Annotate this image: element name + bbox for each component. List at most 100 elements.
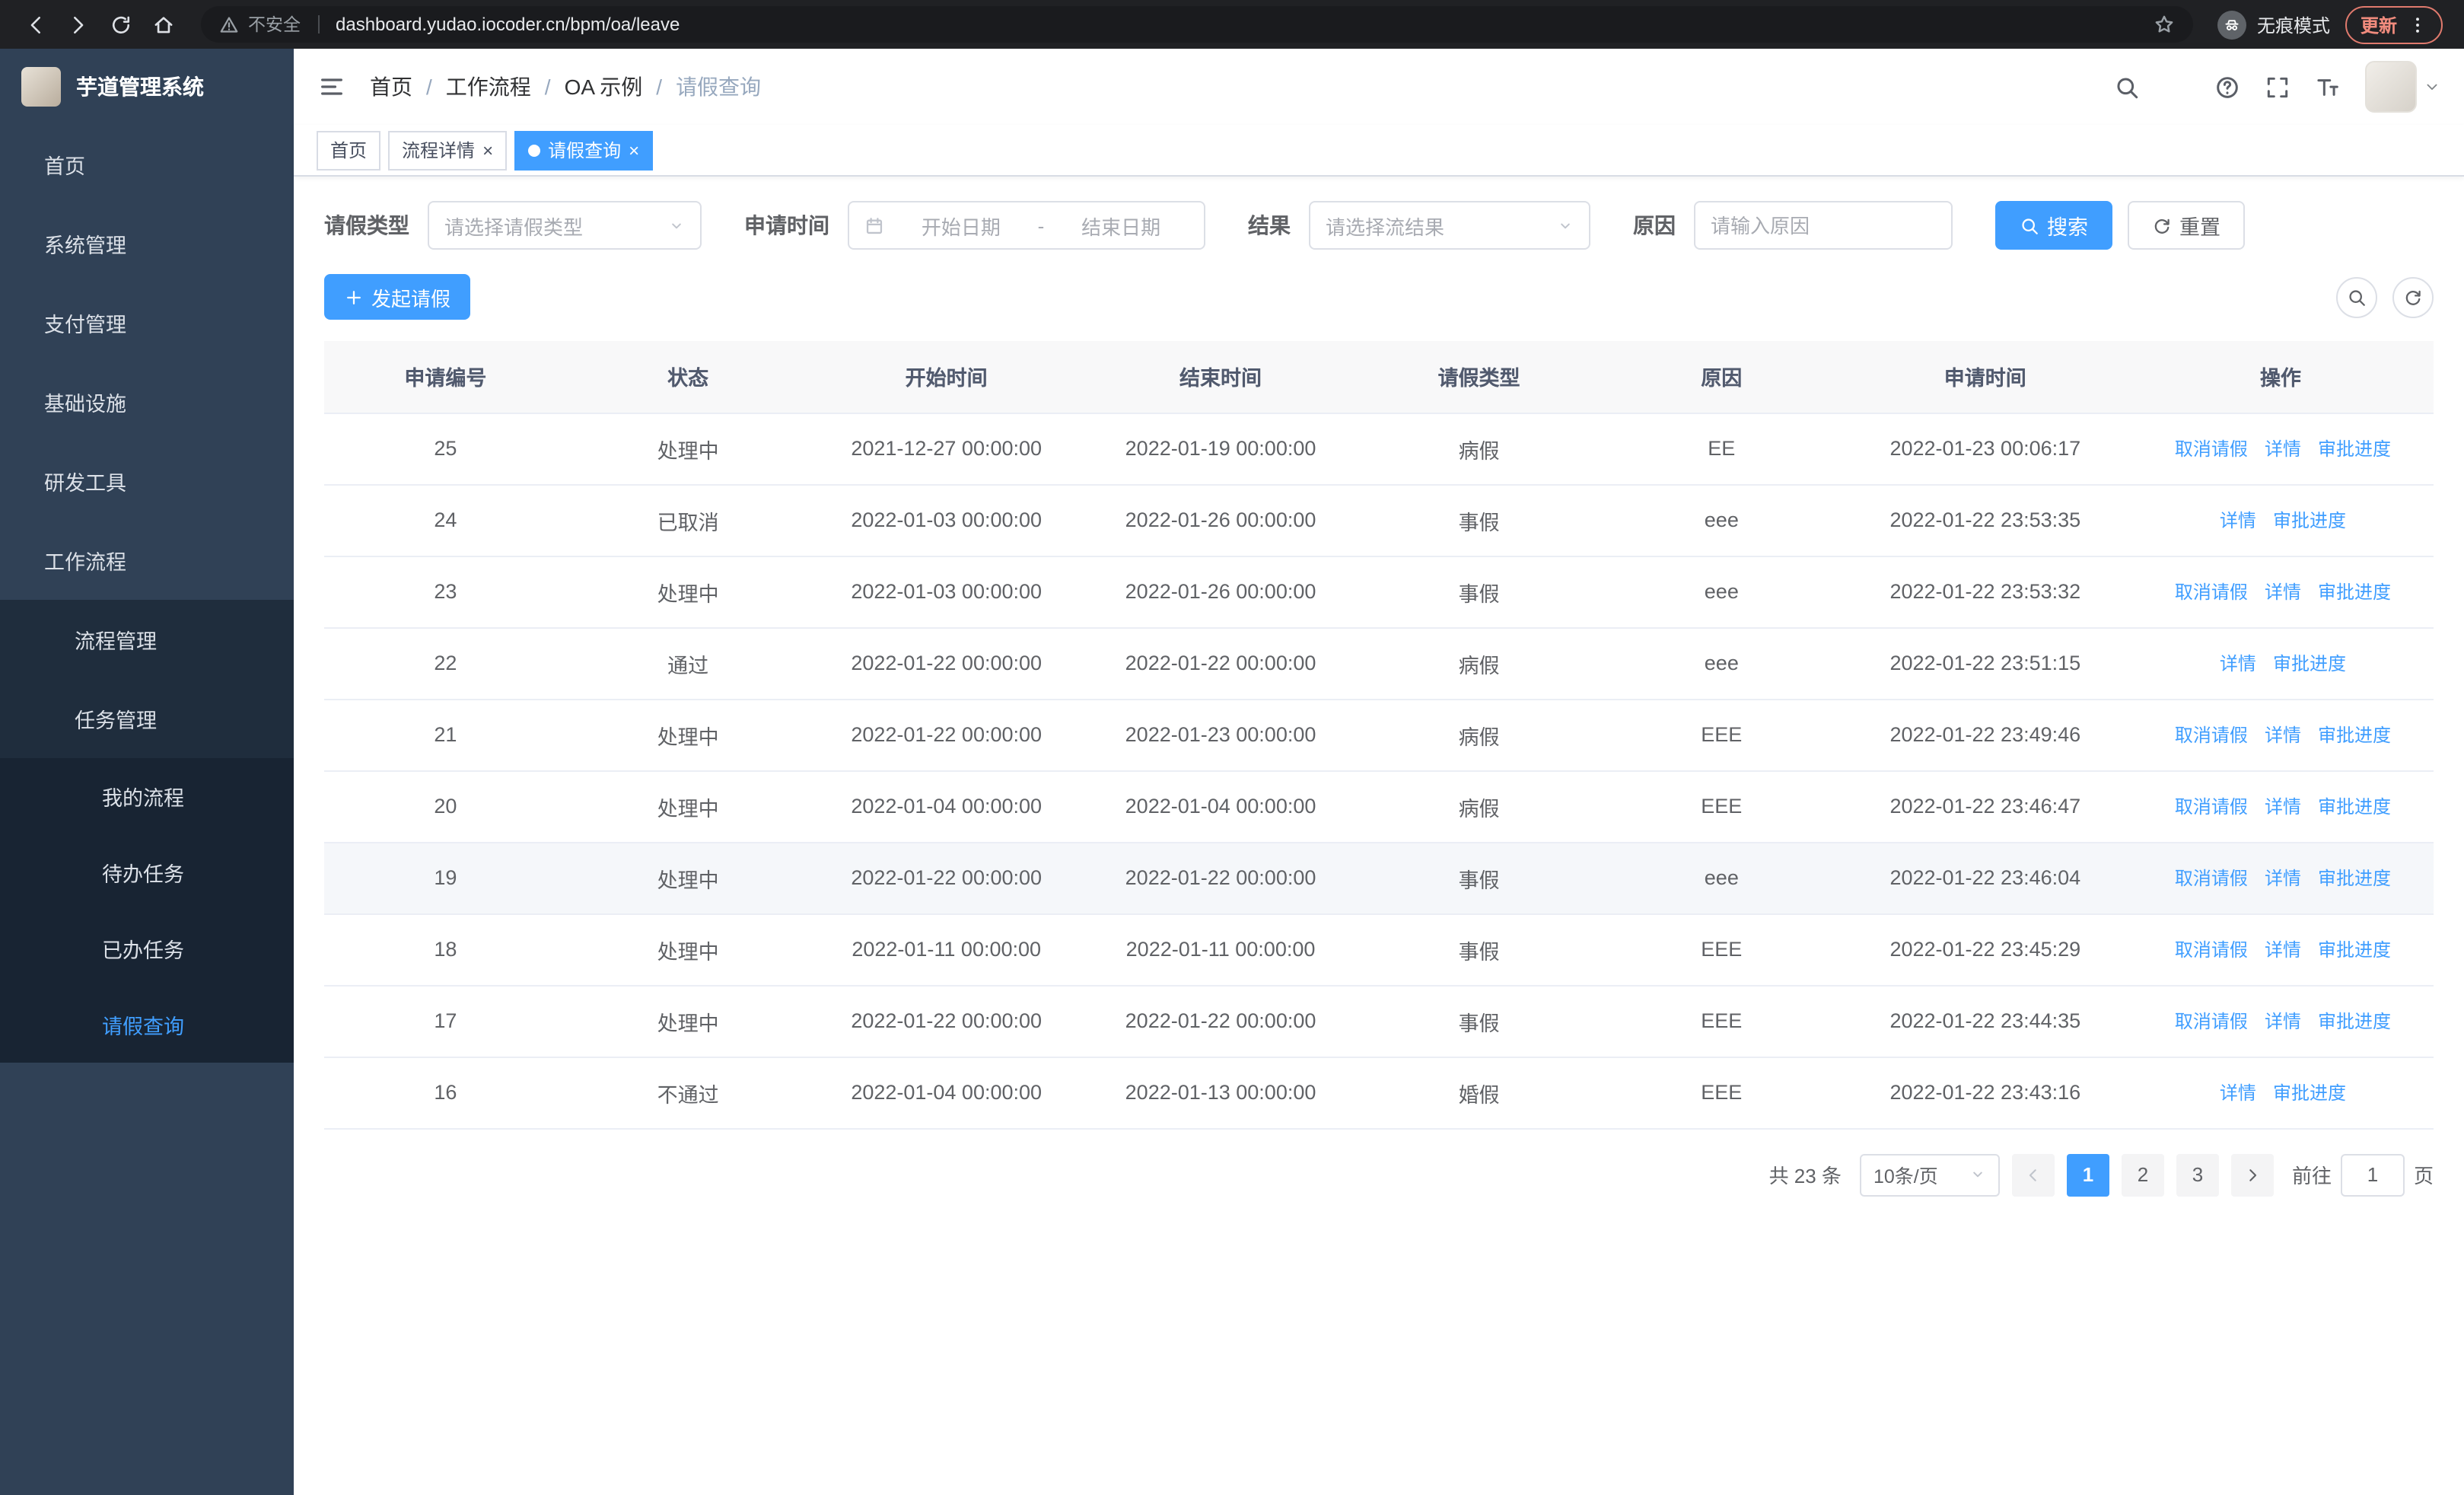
screen: 不安全 dashboard.yudao.iocoder.cn/bpm/oa/le… [0, 0, 2464, 1495]
next-page-button[interactable] [2230, 1153, 2274, 1196]
op-detail-link[interactable]: 详情 [2215, 651, 2256, 687]
breadcrumb-item[interactable]: OA 示例 [565, 72, 643, 102]
search-button[interactable]: 搜索 [1995, 201, 2112, 250]
tab-process-detail[interactable]: 流程详情 × [388, 130, 508, 170]
sidebar-item-label: 首页 [44, 155, 85, 178]
sidebar-toggle-icon[interactable] [318, 73, 345, 100]
page-2-button[interactable]: 2 [2121, 1153, 2164, 1196]
reset-button[interactable]: 重置 [2128, 201, 2245, 250]
breadcrumb-separator: / [656, 75, 663, 99]
op-progress-link[interactable]: 审批进度 [2313, 722, 2391, 761]
op-detail-link[interactable]: 详情 [2260, 794, 2301, 830]
refresh-table-button[interactable] [2392, 276, 2434, 317]
tab-leave-query[interactable]: 请假查询 × [514, 130, 654, 170]
cell-start: 2022-01-22 00:00:00 [809, 842, 1084, 914]
chevron-left-icon [2024, 1165, 2042, 1184]
font-size-icon[interactable] [2315, 74, 2341, 100]
op-cancel-link[interactable]: 取消请假 [2170, 937, 2248, 975]
page-size-value: 10条/页 [1873, 1166, 1938, 1187]
op-detail-link[interactable]: 详情 [2215, 1080, 2256, 1117]
page-size-select[interactable]: 10条/页 [1859, 1153, 2000, 1196]
sidebar-item-task-manage[interactable]: 任务管理 [0, 679, 294, 758]
start-date-placeholder: 开始日期 [921, 215, 1001, 238]
op-progress-link[interactable]: 审批进度 [2313, 865, 2391, 904]
cell-apply_time: 2022-01-22 23:49:46 [1842, 699, 2128, 771]
op-cancel-link[interactable]: 取消请假 [2170, 865, 2248, 904]
op-detail-link[interactable]: 详情 [2260, 722, 2301, 759]
github-icon[interactable] [2164, 74, 2190, 100]
cell-operations: 详情 审批进度 [2127, 627, 2434, 700]
op-cancel-link[interactable]: 取消请假 [2170, 436, 2248, 474]
sidebar-item-todo-task[interactable]: 待办任务 [0, 834, 294, 910]
page-unit-label: 页 [2413, 1165, 2434, 1187]
op-cancel-link[interactable]: 取消请假 [2170, 579, 2248, 617]
leave-type-select[interactable]: 请选择请假类型 [428, 201, 702, 250]
page-1-button[interactable]: 1 [2066, 1153, 2109, 1196]
sidebar-item-leave-query[interactable]: 请假查询 [0, 987, 294, 1063]
user-menu[interactable] [2365, 61, 2440, 113]
fullscreen-icon[interactable] [2265, 74, 2291, 100]
goto-page-input[interactable] [2340, 1153, 2405, 1196]
op-cancel-link[interactable]: 取消请假 [2170, 722, 2248, 760]
breadcrumb-item[interactable]: 首页 [370, 72, 412, 102]
op-progress-link[interactable]: 审批进度 [2313, 1009, 2391, 1047]
op-detail-link[interactable]: 详情 [2260, 937, 2301, 974]
op-progress-link[interactable]: 审批进度 [2313, 794, 2391, 833]
table-body: 25 处理中 2021-12-27 00:00:00 2022-01-19 00:00… [324, 413, 2434, 1129]
breadcrumb-separator: / [426, 75, 432, 99]
sidebar-item-devtools[interactable]: 研发工具 [0, 441, 294, 521]
cell-status: 处理中 [566, 413, 810, 485]
prev-page-button[interactable] [2011, 1153, 2055, 1196]
tab-close-icon[interactable]: × [629, 141, 639, 159]
apply-time-range-picker[interactable]: 开始日期 - 结束日期 [848, 201, 1205, 250]
page-list: 123 [2066, 1153, 2219, 1196]
op-detail-link[interactable]: 详情 [2260, 1009, 2301, 1045]
cell-operations: 取消请假 详情 审批进度 [2127, 985, 2434, 1057]
reason-input[interactable] [1694, 201, 1953, 250]
page-3-button[interactable]: 3 [2176, 1153, 2219, 1196]
sidebar-item-process-manage[interactable]: 流程管理 [0, 600, 294, 679]
toggle-search-button[interactable] [2336, 276, 2377, 317]
update-button[interactable]: 更新 [2345, 5, 2443, 43]
sidebar-item-system[interactable]: 系统管理 [0, 204, 294, 283]
op-progress-link[interactable]: 审批进度 [2268, 508, 2346, 547]
sidebar-item-label: 系统管理 [44, 234, 126, 257]
bookmark-star-icon[interactable] [2154, 14, 2175, 35]
browser-home-icon[interactable] [143, 5, 183, 44]
header-search-icon[interactable] [2114, 74, 2140, 100]
tab-home[interactable]: 首页 [317, 130, 381, 170]
op-cancel-link[interactable]: 取消请假 [2170, 1009, 2248, 1047]
browser-menu-icon[interactable] [2408, 14, 2427, 34]
cell-end: 2022-01-11 00:00:00 [1083, 913, 1358, 986]
op-detail-link[interactable]: 详情 [2260, 579, 2301, 616]
sidebar-item-home[interactable]: 首页 [0, 125, 294, 204]
help-icon[interactable] [2214, 74, 2240, 100]
create-leave-button[interactable]: 发起请假 [324, 274, 471, 320]
op-cancel-link[interactable]: 取消请假 [2170, 794, 2248, 832]
forward-icon[interactable] [58, 5, 97, 44]
tab-close-icon[interactable]: × [482, 141, 493, 159]
op-progress-link[interactable]: 审批进度 [2268, 1080, 2346, 1119]
sidebar-item-workflow[interactable]: 工作流程 [0, 521, 294, 600]
sidebar-item-infra[interactable]: 基础设施 [0, 362, 294, 441]
result-label: 结果 [1248, 213, 1291, 237]
op-progress-link[interactable]: 审批进度 [2313, 937, 2391, 976]
op-progress-link[interactable]: 审批进度 [2313, 436, 2391, 475]
sidebar-item-my-process[interactable]: 我的流程 [0, 758, 294, 834]
app-logo[interactable]: 芋道管理系统 [0, 49, 294, 125]
sidebar-item-label: 工作流程 [44, 551, 126, 574]
cell-start: 2021-12-27 00:00:00 [809, 413, 1084, 485]
op-detail-link[interactable]: 详情 [2215, 508, 2256, 544]
op-progress-link[interactable]: 审批进度 [2268, 651, 2346, 690]
sidebar-item-done-task[interactable]: 已办任务 [0, 910, 294, 987]
sidebar-item-payment[interactable]: 支付管理 [0, 283, 294, 362]
op-detail-link[interactable]: 详情 [2260, 865, 2301, 902]
breadcrumb-item[interactable]: 工作流程 [446, 72, 531, 102]
op-progress-link[interactable]: 审批进度 [2313, 579, 2391, 618]
back-icon[interactable] [15, 5, 55, 44]
result-select[interactable]: 请选择流结果 [1309, 201, 1590, 250]
reload-icon[interactable] [100, 5, 140, 44]
op-detail-link[interactable]: 详情 [2260, 436, 2301, 473]
cell-end: 2022-01-23 00:00:00 [1083, 699, 1358, 771]
address-bar[interactable]: 不安全 dashboard.yudao.iocoder.cn/bpm/oa/le… [201, 6, 2193, 43]
